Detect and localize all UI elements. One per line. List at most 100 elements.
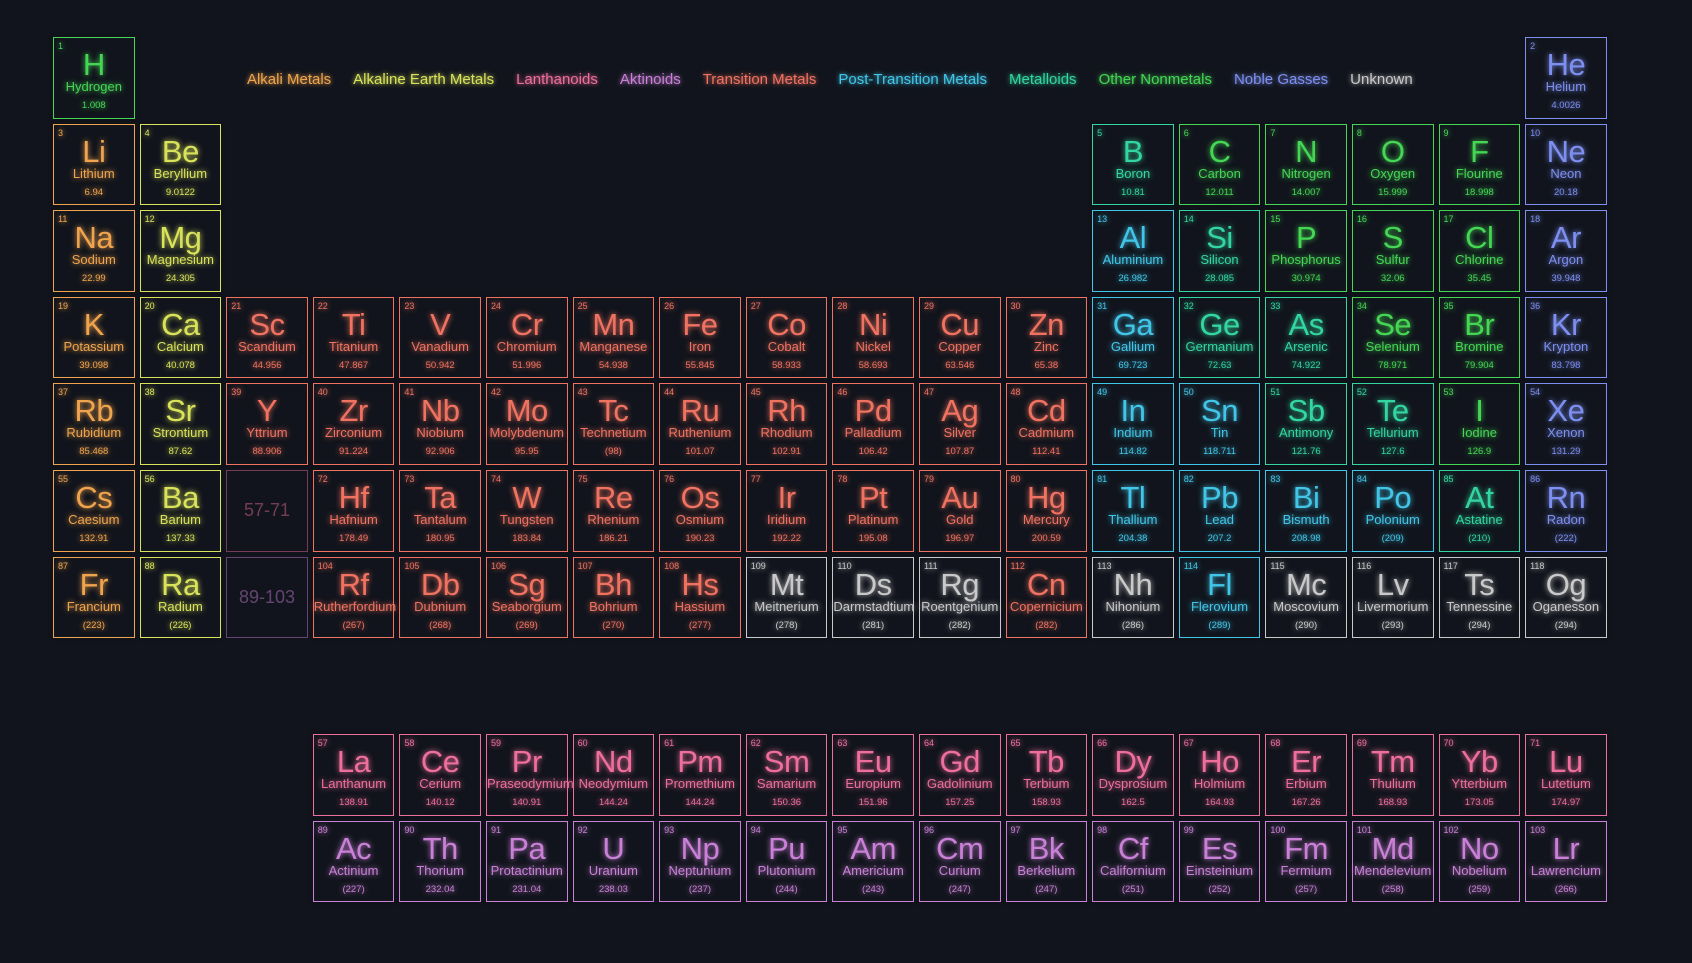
element-hf[interactable]: 72 Hf Hafnium 178.49 [312, 469, 395, 552]
element-lr[interactable]: 103 Lr Lawrencium (266) [1525, 820, 1607, 903]
element-os[interactable]: 76 Os Osmium 190.23 [659, 469, 741, 552]
element-pt[interactable]: 78 Pt Platinum 195.08 [832, 469, 914, 552]
element-re[interactable]: 75 Re Rhenium 186.21 [572, 469, 655, 552]
element-pa[interactable]: 91 Pa Protactinium 231.04 [485, 820, 568, 903]
element-k[interactable]: 19 K Potassium 39.098 [53, 296, 135, 379]
element-zr[interactable]: 40 Zr Zirconium 91.224 [312, 383, 395, 465]
element-ds[interactable]: 110 Ds Darmstadtium (281) [832, 556, 914, 639]
element-te[interactable]: 52 Te Tellurium 127.6 [1351, 383, 1434, 465]
element-ho[interactable]: 67 Ho Holmium 164.93 [1178, 734, 1261, 816]
element-cs[interactable]: 55 Cs Caesium 132.91 [53, 469, 135, 552]
element-ga[interactable]: 31 Ga Gallium 69.723 [1092, 296, 1174, 379]
element-be[interactable]: 4 Be Beryllium 9.0122 [139, 123, 222, 206]
element-pu[interactable]: 94 Pu Plutonium (244) [745, 820, 828, 903]
element-ni[interactable]: 28 Ni Nickel 58.693 [832, 296, 914, 379]
element-ce[interactable]: 58 Ce Cerium 140.12 [399, 734, 481, 816]
element-rg[interactable]: 111 Rg Roentgenium (282) [918, 556, 1001, 639]
element-md[interactable]: 101 Md Mendelevium (258) [1351, 820, 1434, 903]
element-cu[interactable]: 29 Cu Copper 63.546 [918, 296, 1001, 379]
element-bi[interactable]: 83 Bi Bismuth 208.98 [1265, 469, 1347, 552]
element-na[interactable]: 11 Na Sodium 22.99 [53, 210, 135, 292]
element-ts[interactable]: 117 Ts Tennessine (294) [1438, 556, 1521, 639]
element-cr[interactable]: 24 Cr Chromium 51.996 [485, 296, 568, 379]
element-u[interactable]: 92 U Uranium 238.03 [572, 820, 655, 903]
element-am[interactable]: 95 Am Americium (243) [832, 820, 914, 903]
element-y[interactable]: 39 Y Yttrium 88.906 [226, 383, 308, 465]
element-as[interactable]: 33 As Arsenic 74.922 [1265, 296, 1347, 379]
element-ra[interactable]: 88 Ra Radium (226) [139, 556, 222, 639]
element-s[interactable]: 16 S Sulfur 32.06 [1351, 210, 1434, 292]
element-n[interactable]: 7 N Nitrogen 14.007 [1265, 123, 1347, 206]
element-nd[interactable]: 60 Nd Neodymium 144.24 [572, 734, 655, 816]
element-cl[interactable]: 17 Cl Chlorine 35.45 [1438, 210, 1521, 292]
element-nh[interactable]: 113 Nh Nihonium (286) [1092, 556, 1174, 639]
element-sr[interactable]: 38 Sr Strontium 87.62 [139, 383, 222, 465]
element-kr[interactable]: 36 Kr Krypton 83.798 [1525, 296, 1607, 379]
element-mc[interactable]: 115 Mc Moscovium (290) [1265, 556, 1347, 639]
element-cd[interactable]: 48 Cd Cadmium 112.41 [1005, 383, 1088, 465]
element-in[interactable]: 49 In Indium 114.82 [1092, 383, 1174, 465]
element-yb[interactable]: 70 Yb Ytterbium 173.05 [1438, 734, 1521, 816]
element-cf[interactable]: 98 Cf Californium (251) [1092, 820, 1174, 903]
element-bk[interactable]: 97 Bk Berkelium (247) [1005, 820, 1088, 903]
placeholder-act[interactable]: 89-103 [226, 556, 308, 639]
element-sc[interactable]: 21 Sc Scandium 44.956 [226, 296, 308, 379]
element-ta[interactable]: 73 Ta Tantalum 180.95 [399, 469, 481, 552]
element-ir[interactable]: 77 Ir Iridium 192.22 [745, 469, 828, 552]
legend-item-alkali[interactable]: Alkali Metals [236, 71, 342, 88]
element-sn[interactable]: 50 Sn Tin 118.711 [1178, 383, 1261, 465]
element-o[interactable]: 8 O Oxygen 15.999 [1351, 123, 1434, 206]
element-fl[interactable]: 114 Fl Flerovium (289) [1178, 556, 1261, 639]
element-cn[interactable]: 112 Cn Copernicium (282) [1005, 556, 1088, 639]
element-b[interactable]: 5 B Boron 10.81 [1092, 123, 1174, 206]
element-sb[interactable]: 51 Sb Antimony 121.76 [1265, 383, 1347, 465]
element-xe[interactable]: 54 Xe Xenon 131.29 [1525, 383, 1607, 465]
element-co[interactable]: 27 Co Cobalt 58.933 [745, 296, 828, 379]
element-lu[interactable]: 71 Lu Lutetium 174.97 [1525, 734, 1607, 816]
element-rf[interactable]: 104 Rf Rutherfordium (267) [312, 556, 396, 639]
element-i[interactable]: 53 I Iodine 126.9 [1438, 383, 1521, 465]
element-pd[interactable]: 46 Pd Palladium 106.42 [832, 383, 914, 465]
element-ti[interactable]: 22 Ti Titanium 47.867 [312, 296, 395, 379]
legend-item-post[interactable]: Post-Transition Metals [827, 71, 998, 88]
element-he[interactable]: 2 He Helium 4.0026 [1525, 37, 1607, 119]
element-tc[interactable]: 43 Tc Technetium (98) [572, 383, 655, 465]
element-la[interactable]: 57 La Lanthanum 138.91 [312, 734, 395, 816]
element-br[interactable]: 35 Br Bromine 79.904 [1438, 296, 1521, 379]
element-cm[interactable]: 96 Cm Curium (247) [918, 820, 1001, 903]
element-dy[interactable]: 66 Dy Dysprosium 162.5 [1092, 734, 1174, 816]
element-pm[interactable]: 61 Pm Promethium 144.24 [659, 734, 741, 816]
legend-item-metalloid[interactable]: Metalloids [998, 71, 1088, 88]
legend-item-noble[interactable]: Noble Gasses [1223, 71, 1339, 88]
element-es[interactable]: 99 Es Einsteinium (252) [1178, 820, 1261, 903]
element-tb[interactable]: 65 Tb Terbium 158.93 [1005, 734, 1088, 816]
element-hg[interactable]: 80 Hg Mercury 200.59 [1005, 469, 1088, 552]
element-fr[interactable]: 87 Fr Francium (223) [53, 556, 135, 639]
element-po[interactable]: 84 Po Polonium (209) [1351, 469, 1434, 552]
element-tm[interactable]: 69 Tm Thulium 168.93 [1351, 734, 1434, 816]
element-au[interactable]: 79 Au Gold 196.97 [918, 469, 1001, 552]
element-nb[interactable]: 41 Nb Niobium 92.906 [399, 383, 481, 465]
legend-item-act[interactable]: Aktinoids [609, 71, 692, 88]
element-pr[interactable]: 59 Pr Praseodymium 140.91 [485, 734, 574, 816]
element-v[interactable]: 23 V Vanadium 50.942 [399, 296, 481, 379]
element-bh[interactable]: 107 Bh Bohrium (270) [572, 556, 655, 639]
element-ar[interactable]: 18 Ar Argon 39.948 [1525, 210, 1607, 292]
legend-item-lanth[interactable]: Lanthanoids [505, 71, 609, 88]
element-th[interactable]: 90 Th Thorium 232.04 [399, 820, 481, 903]
element-ba[interactable]: 56 Ba Barium 137.33 [139, 469, 222, 552]
element-ca[interactable]: 20 Ca Calcium 40.078 [139, 296, 222, 379]
legend-item-nonmetal[interactable]: Other Nonmetals [1088, 71, 1223, 88]
element-eu[interactable]: 63 Eu Europium 151.96 [832, 734, 914, 816]
element-np[interactable]: 93 Np Neptunium (237) [659, 820, 741, 903]
placeholder-lanth[interactable]: 57-71 [226, 469, 308, 552]
element-pb[interactable]: 82 Pb Lead 207.2 [1178, 469, 1261, 552]
element-p[interactable]: 15 P Phosphorus 30.974 [1265, 210, 1347, 292]
element-hs[interactable]: 108 Hs Hassium (277) [659, 556, 741, 639]
element-li[interactable]: 3 Li Lithium 6.94 [53, 123, 135, 206]
legend-item-unknown[interactable]: Unknown [1339, 71, 1424, 88]
element-er[interactable]: 68 Er Erbium 167.26 [1265, 734, 1347, 816]
element-rb[interactable]: 37 Rb Rubidium 85.468 [53, 383, 135, 465]
element-mg[interactable]: 12 Mg Magnesium 24.305 [139, 210, 222, 292]
element-no[interactable]: 102 No Nobelium (259) [1438, 820, 1521, 903]
